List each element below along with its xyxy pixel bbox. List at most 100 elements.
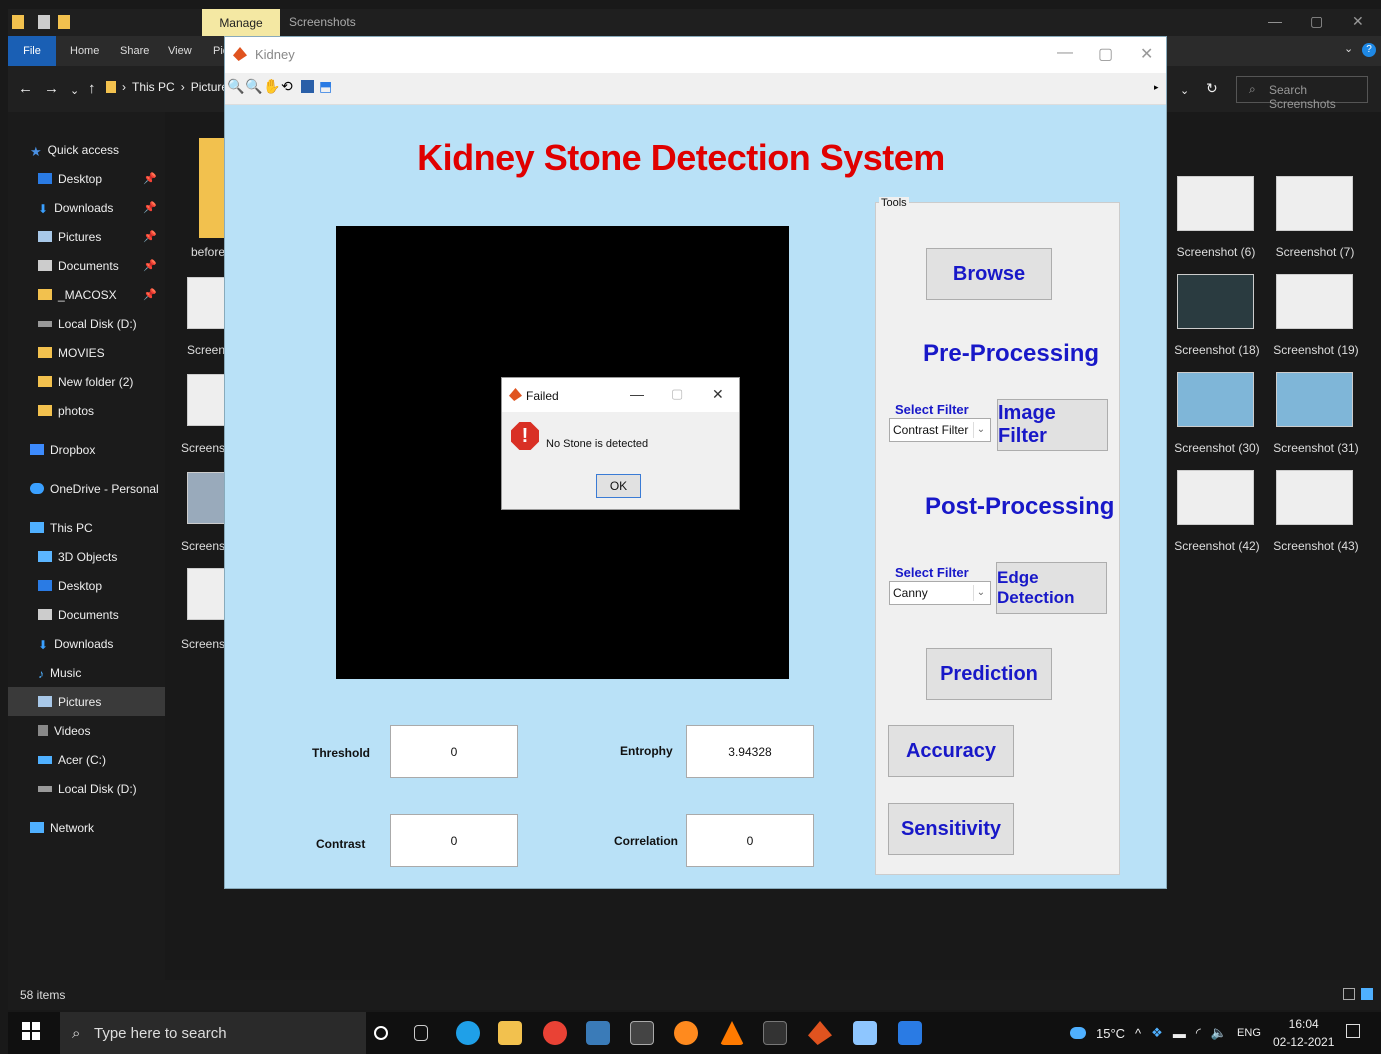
image-filter-button[interactable]: Image Filter (997, 399, 1108, 451)
sidebar-item-macosx[interactable]: _MACOSX 📌 (8, 280, 165, 309)
folder-thumbnail[interactable] (199, 138, 225, 238)
file-thumbnail[interactable] (1177, 274, 1254, 329)
data-cursor-icon[interactable]: ⬒ (319, 78, 336, 95)
battery-icon[interactable]: ▬ (1173, 1026, 1186, 1041)
pin-icon[interactable]: 📌 (143, 259, 157, 272)
sidebar-item-documents[interactable]: Documents 📌 (8, 251, 165, 280)
file-label[interactable]: Screenshot (42) (1167, 539, 1267, 553)
file-label[interactable]: Screenshot (7) (1265, 245, 1365, 259)
edge-filter-dropdown[interactable]: Canny ⌄ (889, 581, 991, 605)
file-label[interactable]: Screenshot (30) (1167, 441, 1267, 455)
file-label[interactable]: Screenshot (6) (1166, 245, 1266, 259)
tab-share[interactable]: Share (120, 45, 149, 57)
toolbar-expand-icon[interactable]: ▸ (1154, 82, 1171, 99)
sidebar-item-music[interactable]: ♪ Music (8, 658, 165, 687)
sidebar-item-onedrive[interactable]: OneDrive - Personal (8, 474, 165, 503)
file-thumbnail[interactable] (1276, 274, 1353, 329)
file-thumbnail[interactable] (1177, 372, 1254, 427)
sidebar-item-new-folder[interactable]: New folder (2) (8, 367, 165, 396)
terminal-icon[interactable] (630, 1021, 654, 1045)
firefox-icon[interactable] (674, 1021, 698, 1045)
file-thumbnail[interactable] (1177, 470, 1254, 525)
notifications-icon[interactable] (1346, 1024, 1360, 1038)
sidebar-item-downloads[interactable]: ⬇ Downloads 📌 (8, 193, 165, 222)
sidebar-item-this-pc[interactable]: This PC (8, 513, 165, 542)
file-thumbnail[interactable] (187, 277, 225, 329)
app-icon[interactable] (853, 1021, 877, 1045)
language-indicator[interactable]: ENG (1237, 1027, 1261, 1039)
file-explorer-icon[interactable] (498, 1021, 522, 1045)
prediction-button[interactable]: Prediction (926, 648, 1052, 700)
sidebar-item-movies[interactable]: MOVIES (8, 338, 165, 367)
zoom-in-icon[interactable]: 🔍 (227, 78, 244, 95)
vlc-icon[interactable] (720, 1021, 744, 1045)
sidebar-item-photos[interactable]: photos (8, 396, 165, 425)
show-hidden-icons-icon[interactable]: ^ (1135, 1026, 1141, 1041)
details-view-icon[interactable] (1343, 988, 1355, 1000)
sidebar-item-3d-objects[interactable]: 3D Objects (8, 542, 165, 571)
pin-icon[interactable]: 📌 (143, 288, 157, 301)
file-thumbnail[interactable] (1276, 176, 1353, 231)
recent-chevron-icon[interactable]: ⌄ (70, 84, 79, 97)
sidebar-item-local-disk-d-pc[interactable]: Local Disk (D:) (8, 774, 165, 803)
cortana-icon[interactable] (374, 1026, 388, 1040)
zoom-out-icon[interactable]: 🔍 (245, 78, 262, 95)
close-icon[interactable]: ✕ (712, 386, 724, 403)
sidebar-item-pictures-pc[interactable]: Pictures (8, 687, 165, 716)
sidebar-item-dropbox[interactable]: Dropbox (8, 435, 165, 464)
folder-icon[interactable] (12, 15, 24, 29)
clock[interactable]: 16:04 02-12-2021 (1273, 1015, 1334, 1051)
accuracy-button[interactable]: Accuracy (888, 725, 1014, 777)
maximize-icon[interactable]: ▢ (1098, 44, 1113, 64)
sensitivity-button[interactable]: Sensitivity (888, 803, 1014, 855)
file-label[interactable]: before (165, 245, 225, 259)
browse-button[interactable]: Browse (926, 248, 1052, 300)
photos-icon[interactable] (898, 1021, 922, 1045)
up-arrow-icon[interactable]: ↑ (88, 80, 96, 97)
matlab-icon[interactable] (808, 1021, 832, 1045)
tab-file[interactable]: File (8, 36, 56, 66)
image-filter-dropdown[interactable]: Contrast Filter ⌄ (889, 418, 991, 442)
dropbox-icon[interactable]: ❖ (1151, 1025, 1163, 1041)
correlation-field[interactable]: 0 (686, 814, 814, 867)
ok-button[interactable]: OK (596, 474, 641, 498)
file-thumbnail[interactable] (187, 374, 225, 426)
back-arrow-icon[interactable]: ← (18, 80, 33, 97)
forward-arrow-icon[interactable]: → (44, 80, 59, 97)
file-label[interactable]: Screens (165, 637, 225, 651)
file-thumbnail[interactable] (187, 472, 225, 524)
file-thumbnail[interactable] (1177, 176, 1254, 231)
close-icon[interactable]: ✕ (1140, 44, 1153, 64)
sidebar-item-local-disk-d[interactable]: Local Disk (D:) (8, 309, 165, 338)
sidebar-item-documents-pc[interactable]: Documents (8, 600, 165, 629)
entropy-field[interactable]: 3.94328 (686, 725, 814, 778)
pin-icon[interactable]: 📌 (143, 230, 157, 243)
file-label[interactable]: Screenshot (31) (1266, 441, 1366, 455)
tab-view[interactable]: View (168, 45, 192, 57)
file-thumbnail[interactable] (1276, 470, 1353, 525)
volume-icon[interactable]: 🔈 (1211, 1025, 1227, 1041)
mysql-icon[interactable] (586, 1021, 610, 1045)
contrast-field[interactable]: 0 (390, 814, 518, 867)
task-view-icon[interactable] (414, 1025, 428, 1041)
refresh-icon[interactable]: ↻ (1206, 80, 1218, 97)
minimize-icon[interactable]: — (1268, 13, 1282, 29)
help-icon[interactable]: ? (1362, 43, 1376, 57)
close-icon[interactable]: ✕ (1352, 13, 1364, 30)
pin-icon[interactable]: 📌 (143, 201, 157, 214)
file-label[interactable]: Screenshot (18) (1167, 343, 1267, 357)
notepad-icon[interactable] (763, 1021, 787, 1045)
thumbnail-view-icon[interactable] (1361, 988, 1373, 1000)
taskbar-search-input[interactable]: ⌕ Type here to search (60, 1012, 366, 1054)
maximize-icon[interactable]: ▢ (1310, 13, 1323, 30)
file-label[interactable]: Screenshot (43) (1266, 539, 1366, 553)
sidebar-item-acer-c[interactable]: Acer (C:) (8, 745, 165, 774)
weather-icon[interactable] (1070, 1027, 1086, 1039)
minimize-icon[interactable]: — (1057, 44, 1073, 62)
sidebar-item-quick-access[interactable]: ★ Quick access (8, 135, 165, 164)
manage-tab[interactable]: Manage (202, 9, 280, 36)
breadcrumb-this-pc[interactable]: This PC (132, 80, 175, 94)
sidebar-item-downloads-pc[interactable]: ⬇ Downloads (8, 629, 165, 658)
search-input[interactable]: ⌕ Search Screenshots (1236, 76, 1368, 111)
expand-ribbon-icon[interactable]: ⌄ (1344, 42, 1353, 55)
